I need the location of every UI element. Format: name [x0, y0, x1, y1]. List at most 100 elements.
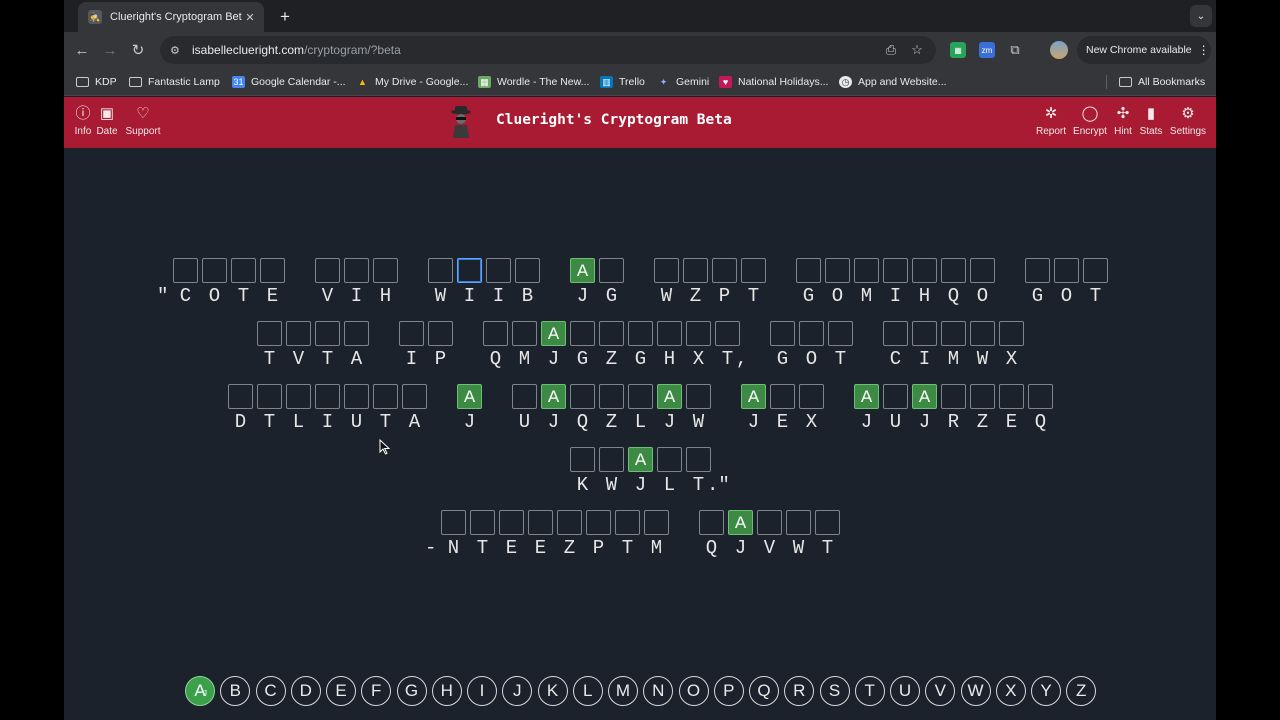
answer-cell[interactable] [557, 510, 582, 535]
report-button[interactable]: ✲ Report [1036, 104, 1066, 140]
answer-cell[interactable] [344, 258, 369, 283]
all-bookmarks-button[interactable]: All Bookmarks [1119, 74, 1205, 90]
answer-cell[interactable] [628, 384, 653, 409]
menu-dots-icon[interactable]: ⋮ [1198, 43, 1210, 57]
letter-key-w[interactable]: W [960, 676, 991, 706]
answer-cell[interactable] [757, 510, 782, 535]
answer-cell[interactable] [257, 384, 282, 409]
answer-cell[interactable]: A [657, 384, 682, 409]
close-tab-icon[interactable]: ✕ [242, 9, 258, 25]
answer-cell[interactable] [786, 510, 811, 535]
bookmark-kdp[interactable]: KDP [76, 74, 117, 90]
letter-key-i[interactable]: I [467, 676, 497, 706]
answer-cell[interactable] [712, 258, 737, 283]
answer-cell[interactable] [570, 447, 595, 472]
letter-key-g[interactable]: G [396, 676, 427, 706]
answer-cell[interactable] [912, 258, 937, 283]
bookmark-national-holidays[interactable]: ♥ National Holidays... [719, 74, 828, 90]
letter-key-s[interactable]: S [819, 676, 850, 706]
answer-cell[interactable] [699, 510, 724, 535]
answer-cell[interactable] [912, 321, 937, 346]
letter-key-t[interactable]: T [854, 676, 885, 706]
zoom-extension-icon[interactable]: zm [979, 42, 995, 58]
answer-cell[interactable]: A [541, 321, 566, 346]
answer-cell[interactable] [399, 321, 424, 346]
stats-button[interactable]: ▮ Stats [1138, 104, 1164, 140]
answer-cell[interactable] [970, 258, 995, 283]
letter-key-d[interactable]: D [290, 676, 321, 706]
answer-cell[interactable] [286, 384, 311, 409]
letter-key-n[interactable]: N [643, 676, 674, 706]
letter-key-y[interactable]: Y [1031, 676, 1061, 706]
letter-key-m[interactable]: M [608, 676, 638, 706]
answer-cell[interactable] [441, 510, 466, 535]
date-button[interactable]: ▣ Date [96, 104, 118, 140]
letter-key-k[interactable]: K [537, 676, 568, 706]
answer-cell[interactable] [828, 321, 853, 346]
letter-key-z[interactable]: Z [1066, 676, 1097, 706]
answer-cell[interactable] [599, 384, 624, 409]
forward-arrow-icon[interactable]: → [99, 39, 121, 61]
answer-cell[interactable] [570, 384, 595, 409]
letter-key-e[interactable]: E [326, 676, 356, 706]
browser-tab[interactable]: 🕵 Clueright's Cryptogram Beta ✕ [78, 2, 264, 32]
answer-cell[interactable] [999, 384, 1024, 409]
answer-cell[interactable] [228, 384, 253, 409]
answer-cell[interactable]: A [854, 384, 879, 409]
answer-cell[interactable] [815, 510, 840, 535]
answer-cell[interactable] [799, 321, 824, 346]
settings-button[interactable]: ⚙ Settings [1168, 104, 1208, 140]
install-app-icon[interactable]: ⎙ [883, 42, 899, 58]
answer-cell[interactable] [499, 510, 524, 535]
answer-cell[interactable] [202, 258, 227, 283]
answer-cell[interactable] [344, 384, 369, 409]
tab-search-chevron-icon[interactable]: ⌄ [1190, 5, 1212, 27]
answer-cell[interactable] [173, 258, 198, 283]
answer-cell[interactable]: A [728, 510, 753, 535]
bookmark-app-and-website[interactable]: ◷ App and Website... [839, 74, 947, 90]
bookmark-my-drive[interactable]: ▲ My Drive - Google... [356, 74, 468, 90]
answer-cell[interactable] [644, 510, 669, 535]
answer-cell[interactable]: A [912, 384, 937, 409]
bookmark-star-icon[interactable]: ☆ [909, 42, 925, 58]
answer-cell[interactable] [796, 258, 821, 283]
bookmark-gemini[interactable]: ✦ Gemini [657, 74, 710, 90]
encrypt-button[interactable]: ◯ Encrypt [1072, 104, 1108, 140]
answer-cell[interactable] [883, 258, 908, 283]
answer-cell[interactable] [402, 384, 427, 409]
letter-key-v[interactable]: V [925, 676, 956, 706]
answer-cell[interactable] [260, 258, 285, 283]
answer-cell[interactable] [686, 321, 711, 346]
answer-cell[interactable] [599, 258, 624, 283]
letter-key-c[interactable]: C [255, 676, 286, 706]
answer-cell[interactable] [315, 384, 340, 409]
answer-cell[interactable] [1028, 384, 1053, 409]
answer-cell[interactable] [315, 258, 340, 283]
letter-key-u[interactable]: U [890, 676, 920, 706]
answer-cell[interactable] [512, 384, 537, 409]
letter-key-f[interactable]: F [361, 676, 392, 706]
bookmark-trello[interactable]: ▥ Trello [600, 74, 645, 90]
answer-cell[interactable] [970, 321, 995, 346]
bookmark-wordle[interactable]: ▦ Wordle - The New... [478, 74, 589, 90]
answer-cell[interactable] [683, 258, 708, 283]
answer-cell[interactable] [428, 321, 453, 346]
letter-key-h[interactable]: H [431, 676, 462, 706]
answer-cell[interactable]: A [541, 384, 566, 409]
letter-key-o[interactable]: O [678, 676, 709, 706]
answer-cell[interactable] [941, 321, 966, 346]
answer-cell[interactable] [941, 384, 966, 409]
answer-cell[interactable] [1025, 258, 1050, 283]
answer-cell[interactable] [373, 258, 398, 283]
answer-cell[interactable] [315, 321, 340, 346]
answer-cell[interactable] [486, 258, 511, 283]
answer-cell[interactable] [570, 321, 595, 346]
answer-cell[interactable] [457, 258, 482, 283]
hint-button[interactable]: ✣ Hint [1113, 104, 1133, 140]
answer-cell[interactable] [615, 510, 640, 535]
answer-cell[interactable] [970, 384, 995, 409]
answer-cell[interactable] [686, 447, 711, 472]
answer-cell[interactable] [599, 321, 624, 346]
answer-cell[interactable] [799, 384, 824, 409]
sheets-extension-icon[interactable]: ▦ [950, 42, 966, 58]
